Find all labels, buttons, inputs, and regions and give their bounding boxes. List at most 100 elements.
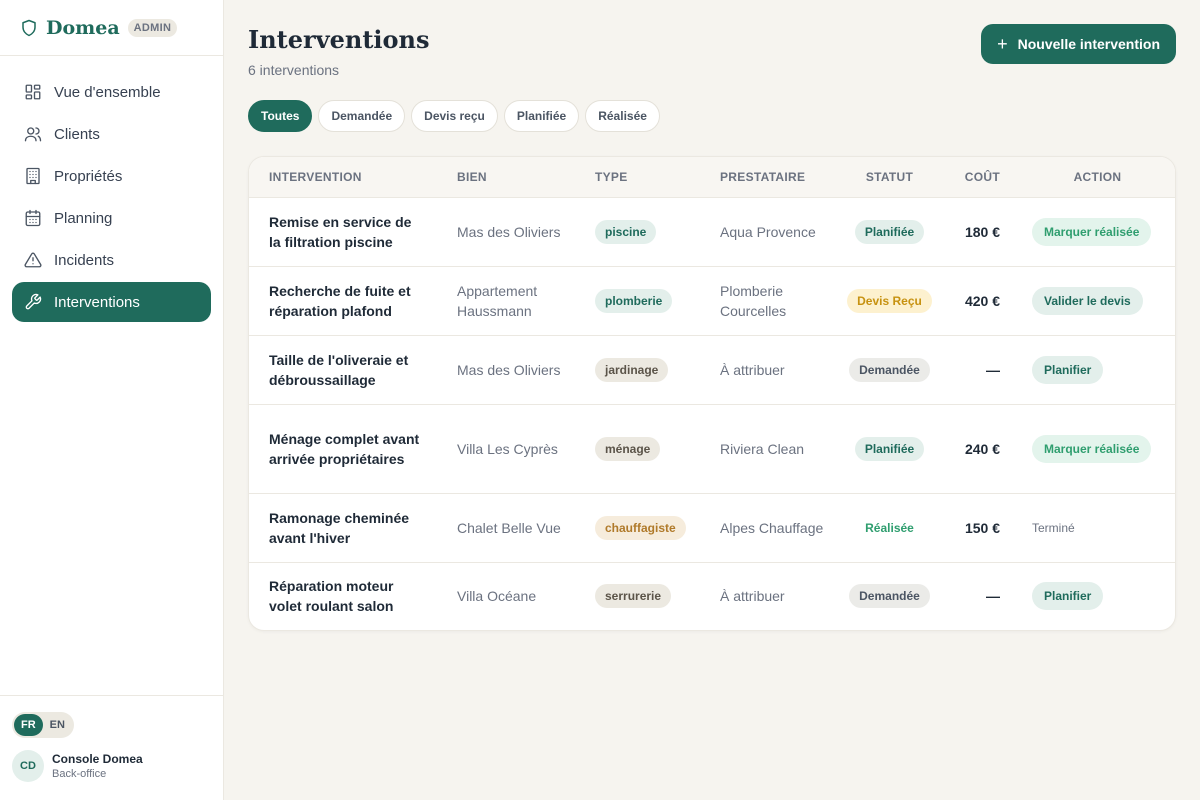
status-badge: Planifiée [854,436,925,461]
row-action-button[interactable]: Planifier [1032,582,1104,611]
intervention-title: Ramonage cheminée avant l'hiver [269,509,410,546]
row-action-button[interactable]: Marquer réalisée [1032,217,1152,246]
row-action-button[interactable]: Marquer réalisée [1032,434,1152,463]
cost-value: — [986,361,1000,378]
action-cell: Planifier [1020,335,1175,404]
building-icon [26,167,40,185]
table-row[interactable]: Ménage complet avant arrivée propriétair… [249,404,1175,493]
provider-name: Plomberie Courcelles [720,282,787,319]
cost-value: — [986,588,1000,605]
property-name: Villa Les Cyprès [457,440,558,457]
provider-name: Riviera Clean [720,440,805,457]
column-header: STATUT [865,169,914,184]
sidebar-nav: Vue d'ensemble Clients Propriétés Planning I… [0,56,223,340]
type-tag: chauffagiste [595,515,686,540]
column-header: TYPE [595,169,628,184]
type-cell: ménage [575,404,700,493]
type-cell: serrurerie [575,562,700,630]
property-name: Mas des Oliviers [457,361,561,378]
intervention-title: Recherche de fuite et réparation plafond [269,282,411,319]
filter-chip[interactable]: Demandée [318,100,406,132]
action-cell: Terminé [1020,493,1175,562]
new-intervention-label: Nouvelle intervention [1017,36,1160,52]
type-cell: chauffagiste [575,493,700,562]
filter-chip[interactable]: Toutes [248,100,313,132]
sidebar-item-label: Clients [54,125,100,143]
row-action-button[interactable]: Valider le devis [1032,286,1143,315]
table-header: INTERVENTION BIEN TYPE PRESTATAIRE STATUT COÛ… [249,157,1175,197]
filter-chip[interactable]: Devis reçu [411,100,498,132]
sidebar-item-users[interactable]: Clients [12,114,211,154]
cost-value: 150 € [964,519,1000,536]
type-tag: ménage [595,436,661,461]
provider-name: Aqua Provence [720,223,816,240]
intervention-title: Taille de l'oliveraie et débroussaillage [269,351,409,388]
page-subtitle: 6 interventions [248,62,340,78]
status-badge: Planifiée [854,219,925,244]
table-row[interactable]: Réparation moteur volet roulant salon Vil… [249,562,1175,630]
cost-value: 240 € [964,440,1000,457]
column-header: COÛT [964,169,1000,184]
sidebar-item-building[interactable]: Propriétés [12,156,211,196]
status-cell: Planifiée [838,197,941,266]
brand[interactable]: Domea ADMIN [0,0,223,56]
sidebar-item-label: Incidents [54,251,115,269]
status-badge: Devis Reçu [847,288,932,313]
lang-option-en[interactable]: EN [43,714,72,736]
alert-triangle-icon [24,252,42,268]
table-body: Remise en service de la filtration pisci… [249,197,1175,630]
grid-icon [25,84,41,100]
sidebar-footer: FR EN CD Console Domea Back-office [0,695,224,800]
action-cell: Valider le devis [1020,266,1175,335]
intervention-title: Ménage complet avant arrivée propriétair… [269,430,420,467]
status-cell: Demandée [838,562,941,630]
language-toggle: FR EN [12,712,74,738]
sidebar-item-wrench[interactable]: Interventions [12,282,211,322]
status-badge: Réalisée [865,520,914,535]
table-row[interactable]: Remise en service de la filtration pisci… [249,197,1175,266]
row-action-button[interactable]: Planifier [1032,355,1104,384]
property-name: Mas des Oliviers [457,223,561,240]
wrench-icon [25,293,42,310]
filter-chip[interactable]: Réalisée [585,100,660,132]
table-row[interactable]: Ramonage cheminée avant l'hiver Chalet Be… [249,493,1175,562]
property-name: Chalet Belle Vue [457,519,561,536]
type-tag: jardinage [595,357,669,382]
intervention-title: Réparation moteur volet roulant salon [269,578,394,615]
column-header: ACTION [1073,169,1122,184]
admin-badge: ADMIN [127,18,178,37]
new-intervention-button[interactable]: + Nouvelle intervention [981,24,1176,64]
filter-chip[interactable]: Planifiée [503,100,580,132]
action-cell: Marquer réalisée [1020,404,1175,493]
sidebar-item-alert-triangle[interactable]: Incidents [12,240,211,280]
status-filters: Toutes Demandée Devis reçu Planifiée Réalisé… [248,100,1176,132]
lang-option-fr[interactable]: FR [14,714,43,736]
column-header: BIEN [457,169,487,184]
user-profile[interactable]: CD Console Domea Back-office [12,750,212,782]
sidebar-item-label: Vue d'ensemble [54,83,161,101]
cost-value: 420 € [964,292,1000,309]
user-name: Console Domea [52,752,143,766]
type-cell: jardinage [575,335,700,404]
action-status-text: Terminé [1032,521,1075,535]
type-tag: serrurerie [595,584,672,609]
property-name: Villa Océane [457,588,537,605]
calendar-icon [25,209,41,227]
users-icon [24,127,42,142]
sidebar-item-grid[interactable]: Vue d'ensemble [12,72,211,112]
type-cell: plomberie [575,266,700,335]
action-cell: Marquer réalisée [1020,197,1175,266]
sidebar: Domea ADMIN Vue d'ensemble Clients Proprié… [0,0,224,800]
table-row[interactable]: Recherche de fuite et réparation plafond… [249,266,1175,335]
avatar: CD [12,750,44,782]
interventions-table: INTERVENTION BIEN TYPE PRESTATAIRE STATUT COÛ… [248,156,1176,631]
sidebar-item-calendar[interactable]: Planning [12,198,211,238]
table-row[interactable]: Taille de l'oliveraie et débroussaillage… [249,335,1175,404]
provider-name: Alpes Chauffage [720,519,824,536]
shield-icon [22,19,36,36]
type-tag: piscine [595,219,657,244]
user-role: Back-office [52,768,107,780]
cost-value: 180 € [964,223,1000,240]
main-content: Interventions 6 interventions + Nouvelle… [248,24,1176,631]
provider-name: À attribuer [720,361,785,378]
